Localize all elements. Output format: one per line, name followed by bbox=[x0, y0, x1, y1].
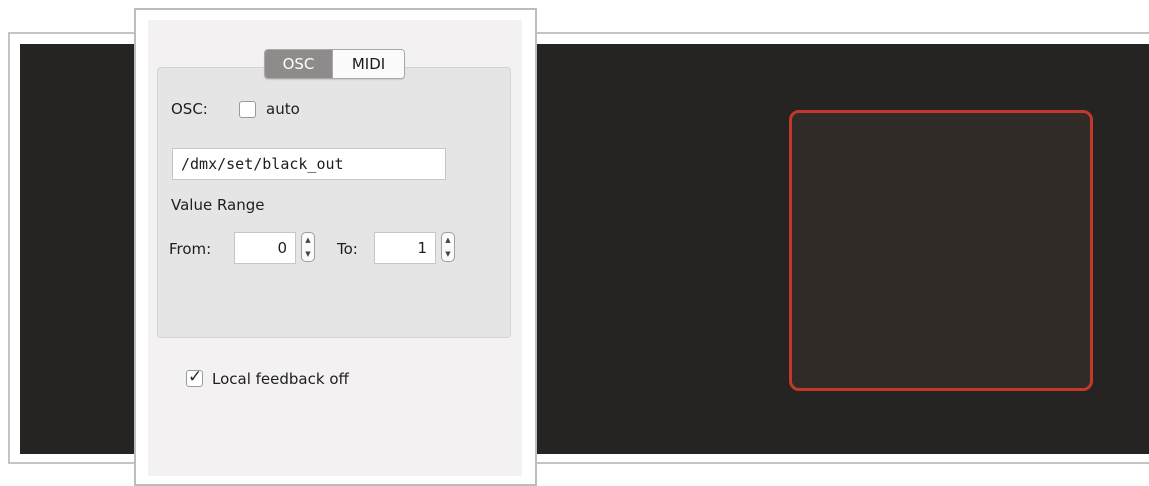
from-stepper[interactable]: ▲ ▼ bbox=[301, 232, 315, 262]
to-stepper[interactable]: ▲ ▼ bbox=[441, 232, 455, 262]
value-range-heading: Value Range bbox=[171, 196, 265, 214]
local-feedback-label: Local feedback off bbox=[212, 370, 349, 388]
osc-address-input[interactable]: /dmx/set/black_out bbox=[172, 148, 446, 180]
protocol-tabs: OSC MIDI bbox=[264, 49, 405, 79]
tab-midi[interactable]: MIDI bbox=[332, 50, 404, 78]
button-pad[interactable] bbox=[789, 110, 1093, 391]
local-feedback-checkbox[interactable] bbox=[186, 367, 203, 387]
osc-label: OSC: bbox=[171, 100, 208, 118]
auto-label: auto bbox=[266, 100, 300, 118]
from-label: From: bbox=[169, 240, 212, 258]
stepper-up-icon[interactable]: ▲ bbox=[302, 233, 314, 247]
stepper-down-icon[interactable]: ▼ bbox=[302, 247, 314, 261]
to-value-input[interactable]: 1 bbox=[374, 232, 436, 264]
stepper-down-icon[interactable]: ▼ bbox=[442, 247, 454, 261]
stepper-up-icon[interactable]: ▲ bbox=[442, 233, 454, 247]
auto-checkbox[interactable] bbox=[239, 101, 256, 118]
tab-osc[interactable]: OSC bbox=[265, 50, 332, 78]
from-value-input[interactable]: 0 bbox=[234, 232, 296, 264]
to-label: To: bbox=[337, 240, 358, 258]
